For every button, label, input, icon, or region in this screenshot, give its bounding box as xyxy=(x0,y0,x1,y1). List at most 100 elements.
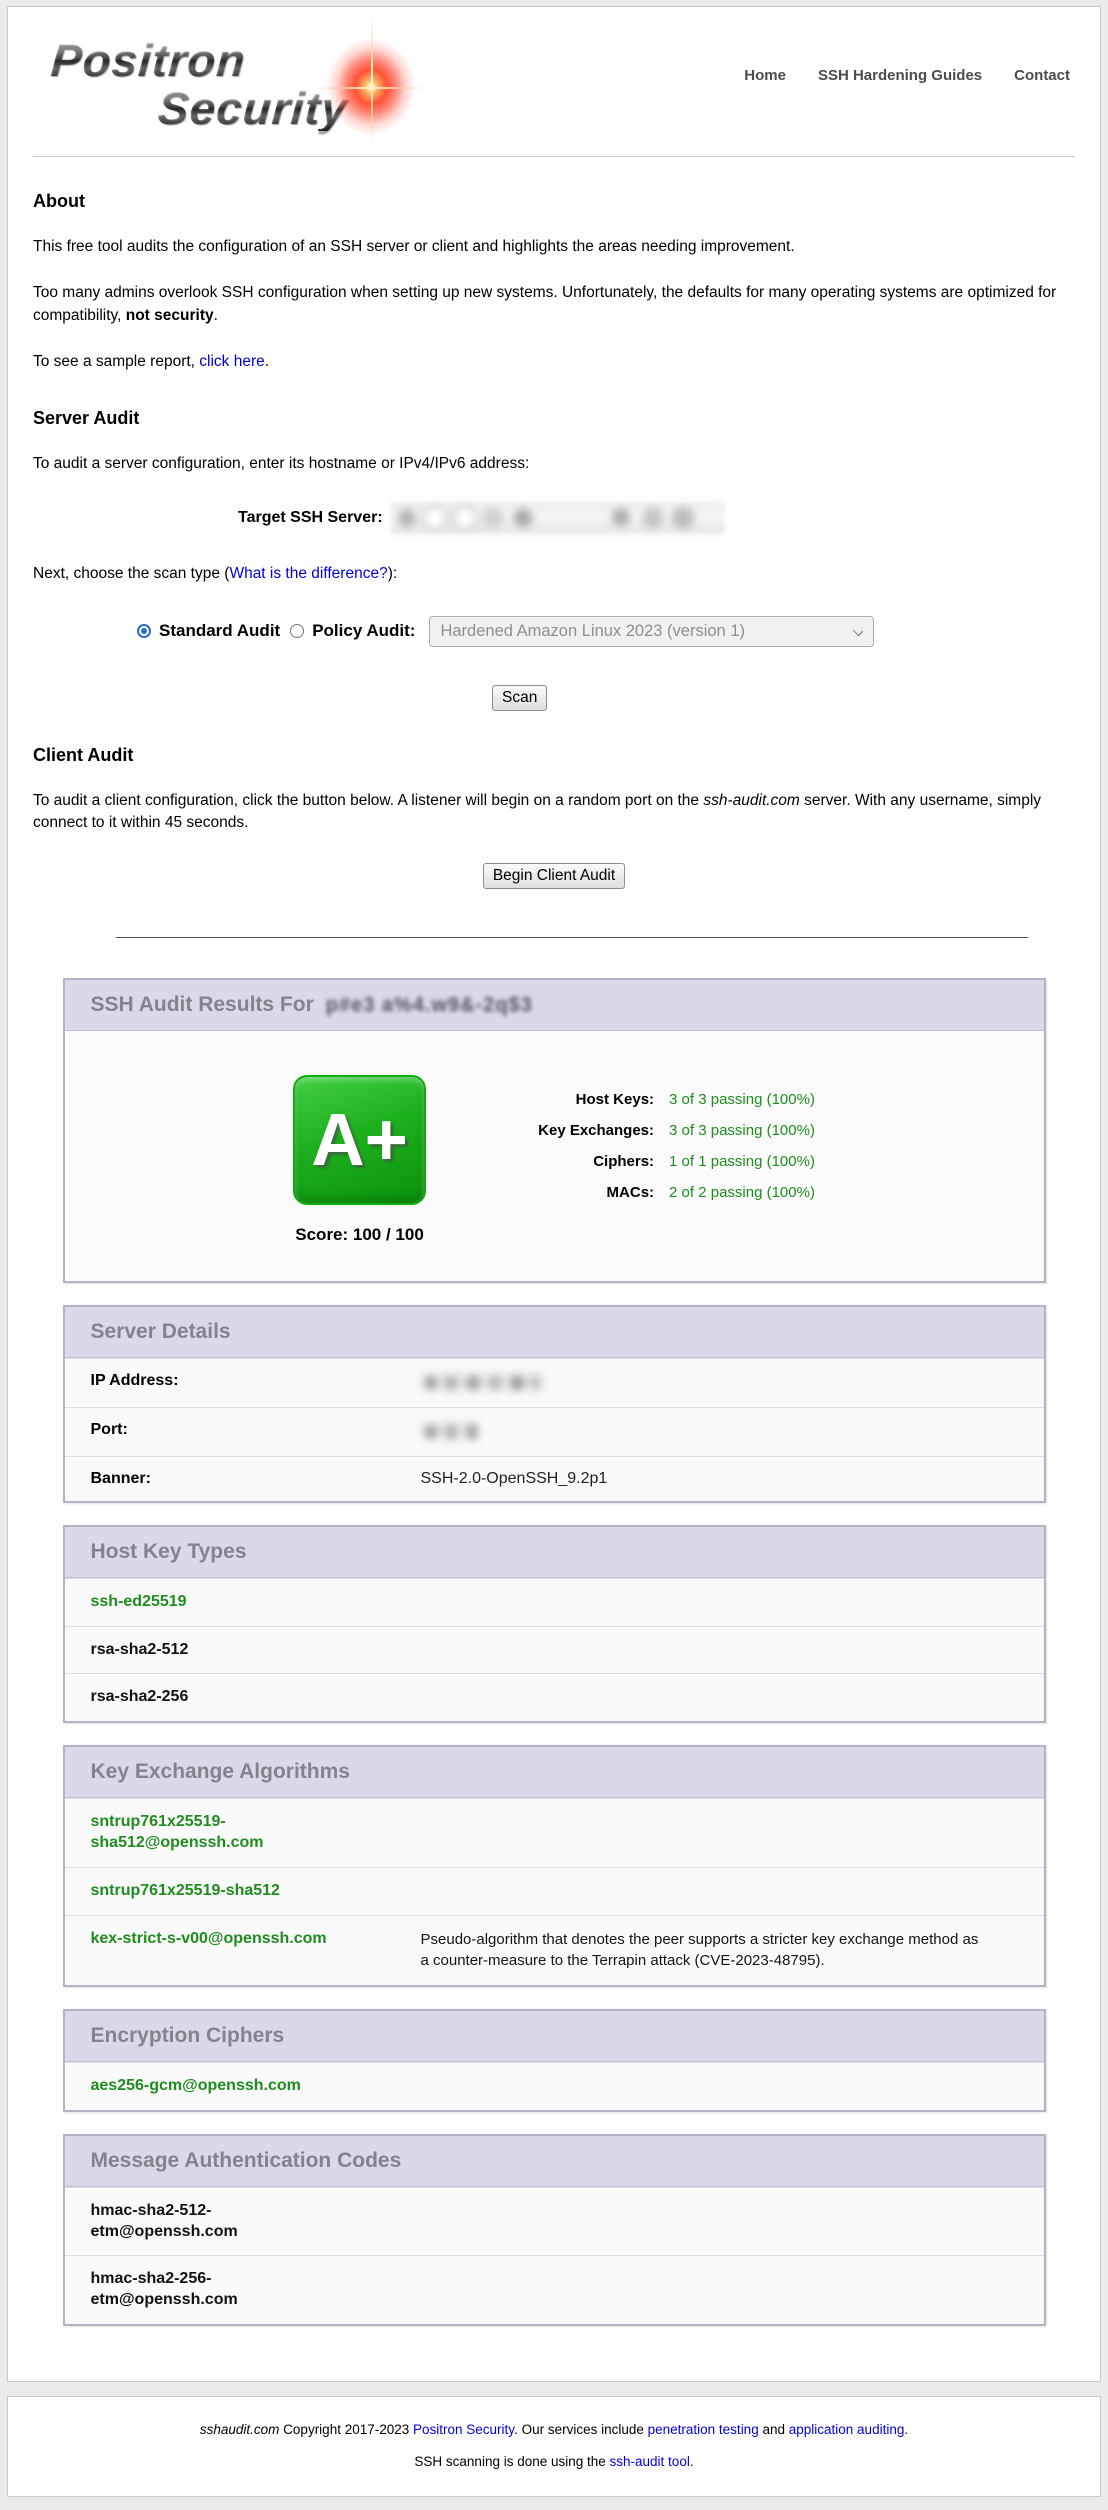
mac-row: hmac-sha2-256- etm@openssh.com xyxy=(65,2255,1044,2324)
ssh-audit-results-panel: SSH Audit Results For p#e3 a%4.w9&-2q$3 … xyxy=(63,978,1046,1283)
host-key-name: ssh-ed25519 xyxy=(91,1592,187,1613)
footer-penetration-testing-link[interactable]: penetration testing xyxy=(648,2422,759,2437)
about-paragraph-2: Too many admins overlook SSH configurati… xyxy=(33,282,1075,327)
footer-line2-period: . xyxy=(690,2454,694,2469)
server-detail-row-ip: IP Address: xyxy=(65,1358,1044,1407)
host-key-name: rsa-sha2-512 xyxy=(91,1640,189,1661)
kex-row: sntrup761x25519-sha512 xyxy=(65,1867,1044,1915)
footer-positron-security-link[interactable]: Positron Security xyxy=(413,2422,514,2437)
kex-name: kex-strict-s-v00@openssh.com xyxy=(91,1929,327,1950)
macs-panel: Message Authentication Codes hmac-sha2-5… xyxy=(63,2134,1046,2326)
port-label: Port: xyxy=(91,1421,421,1439)
scan-type-text: Next, choose the scan type ( xyxy=(33,565,229,582)
scan-button-row: Scan xyxy=(492,685,1075,711)
client-intro-site: ssh-audit.com xyxy=(703,792,799,809)
client-audit-intro: To audit a client configuration, click t… xyxy=(33,790,1075,835)
kex-row: sntrup761x25519- sha512@openssh.com xyxy=(65,1798,1044,1867)
banner-value: SSH-2.0-OpenSSH_9.2p1 xyxy=(421,1470,608,1488)
positron-security-logo: Positron Security xyxy=(33,7,453,147)
host-key-types-header: Host Key Types xyxy=(65,1527,1044,1578)
grade-badge: A+ xyxy=(293,1075,426,1205)
logo-line-1: Positron xyxy=(49,37,247,83)
banner-label: Banner: xyxy=(91,1470,421,1488)
ip-address-label: IP Address: xyxy=(91,1372,421,1390)
stat-label: Ciphers: xyxy=(482,1153,654,1170)
host-key-types-panel: Host Key Types ssh-ed25519 rsa-sha2-512 … xyxy=(63,1525,1046,1723)
scan-type-line: Next, choose the scan type (What is the … xyxy=(33,563,1075,585)
server-detail-row-banner: Banner: SSH-2.0-OpenSSH_9.2p1 xyxy=(65,1456,1044,1501)
nav-contact[interactable]: Contact xyxy=(1014,67,1070,84)
footer-ssh-audit-tool-link[interactable]: ssh-audit tool xyxy=(610,2454,690,2469)
about-p2-period: . xyxy=(214,307,218,324)
policy-select-value: Hardened Amazon Linux 2023 (version 1) xyxy=(440,622,745,640)
cipher-name: aes256-gcm@openssh.com xyxy=(91,2076,301,2097)
main-content-box: Positron Security Home SSH Hardening Gui… xyxy=(7,6,1101,2382)
mac-name: hmac-sha2-256- etm@openssh.com xyxy=(91,2269,238,2311)
host-key-types-title: Host Key Types xyxy=(91,1540,247,1563)
footer-scanning-text: SSH scanning is done using the xyxy=(414,2454,609,2469)
standard-audit-label: Standard Audit xyxy=(159,621,280,641)
server-audit-intro: To audit a server configuration, enter i… xyxy=(33,453,1075,475)
nav-home[interactable]: Home xyxy=(744,67,786,84)
blur-blob xyxy=(421,1421,478,1443)
host-key-row: ssh-ed25519 xyxy=(65,1578,1044,1626)
chevron-down-icon xyxy=(853,626,863,636)
key-exchange-title: Key Exchange Algorithms xyxy=(91,1760,350,1783)
policy-audit-radio[interactable] xyxy=(290,624,304,638)
footer-and: and xyxy=(759,2422,789,2437)
server-detail-row-port: Port: xyxy=(65,1407,1044,1456)
standard-audit-radio[interactable] xyxy=(137,624,151,638)
target-ssh-server-row: Target SSH Server: xyxy=(238,503,1075,533)
stat-value: 2 of 2 passing (100%) xyxy=(669,1184,815,1201)
server-details-panel: Server Details IP Address: Port: Banner:… xyxy=(63,1305,1046,1503)
begin-client-audit-button[interactable]: Begin Client Audit xyxy=(483,863,625,889)
policy-select[interactable]: Hardened Amazon Linux 2023 (version 1) xyxy=(429,616,874,647)
footer-line-2: SSH scanning is done using the ssh-audit… xyxy=(18,2454,1090,2469)
results-title: SSH Audit Results For xyxy=(91,993,314,1017)
stat-label: Host Keys: xyxy=(482,1091,654,1108)
server-details-title: Server Details xyxy=(91,1320,231,1343)
blur-blob xyxy=(421,1372,544,1394)
footer: sshaudit.com Copyright 2017-2023 Positro… xyxy=(7,2396,1101,2497)
kex-note: Pseudo-algorithm that denotes the peer s… xyxy=(421,1929,981,1973)
footer-period: . xyxy=(904,2422,908,2437)
macs-header: Message Authentication Codes xyxy=(65,2136,1044,2187)
stat-label: MACs: xyxy=(482,1184,654,1201)
results-body: A+ Score: 100 / 100 Host Keys: 3 of 3 pa… xyxy=(65,1031,1044,1281)
scan-type-difference-link[interactable]: What is the difference? xyxy=(229,565,387,582)
footer-site: sshaudit.com xyxy=(200,2422,280,2437)
client-intro-text: To audit a client configuration, click t… xyxy=(33,792,703,809)
macs-title: Message Authentication Codes xyxy=(91,2149,402,2172)
results-panel-header: SSH Audit Results For p#e3 a%4.w9&-2q$3 xyxy=(65,980,1044,1031)
server-details-header: Server Details xyxy=(65,1307,1044,1358)
server-audit-heading: Server Audit xyxy=(33,408,1075,429)
target-ssh-server-input[interactable] xyxy=(391,503,724,533)
kex-name: sntrup761x25519- sha512@openssh.com xyxy=(91,1812,264,1854)
grade-letter: A+ xyxy=(311,1103,408,1177)
encryption-ciphers-title: Encryption Ciphers xyxy=(91,2024,285,2047)
section-divider xyxy=(116,937,1028,938)
footer-line-1: sshaudit.com Copyright 2017-2023 Positro… xyxy=(18,2422,1090,2437)
nav-ssh-hardening-guides[interactable]: SSH Hardening Guides xyxy=(818,67,982,84)
encryption-ciphers-panel: Encryption Ciphers aes256-gcm@openssh.co… xyxy=(63,2009,1046,2112)
redacted-port-blur xyxy=(421,1421,478,1443)
host-key-row: rsa-sha2-256 xyxy=(65,1673,1044,1721)
score-label: Score: 100 / 100 xyxy=(295,1225,424,1245)
redacted-hostname-blur: p#e3 a%4.w9&-2q$3 xyxy=(326,993,533,1017)
stat-value: 3 of 3 passing (100%) xyxy=(669,1122,815,1139)
red-starburst-icon xyxy=(311,7,431,152)
scan-button[interactable]: Scan xyxy=(492,685,547,711)
stat-value: 1 of 1 passing (100%) xyxy=(669,1153,815,1170)
begin-client-audit-row: Begin Client Audit xyxy=(33,863,1075,889)
footer-application-auditing-link[interactable]: application auditing xyxy=(789,2422,905,2437)
host-key-row: rsa-sha2-512 xyxy=(65,1626,1044,1674)
cipher-row: aes256-gcm@openssh.com xyxy=(65,2062,1044,2110)
scan-type-suffix: ): xyxy=(388,565,397,582)
footer-services-text: . Our services include xyxy=(514,2422,648,2437)
stat-value: 3 of 3 passing (100%) xyxy=(669,1091,815,1108)
sample-report-link[interactable]: click here xyxy=(199,353,264,370)
target-ssh-server-label: Target SSH Server: xyxy=(238,509,383,527)
sample-report-text: To see a sample report, xyxy=(33,353,199,370)
mac-row: hmac-sha2-512- etm@openssh.com xyxy=(65,2187,1044,2256)
kex-row: kex-strict-s-v00@openssh.com Pseudo-algo… xyxy=(65,1915,1044,1986)
